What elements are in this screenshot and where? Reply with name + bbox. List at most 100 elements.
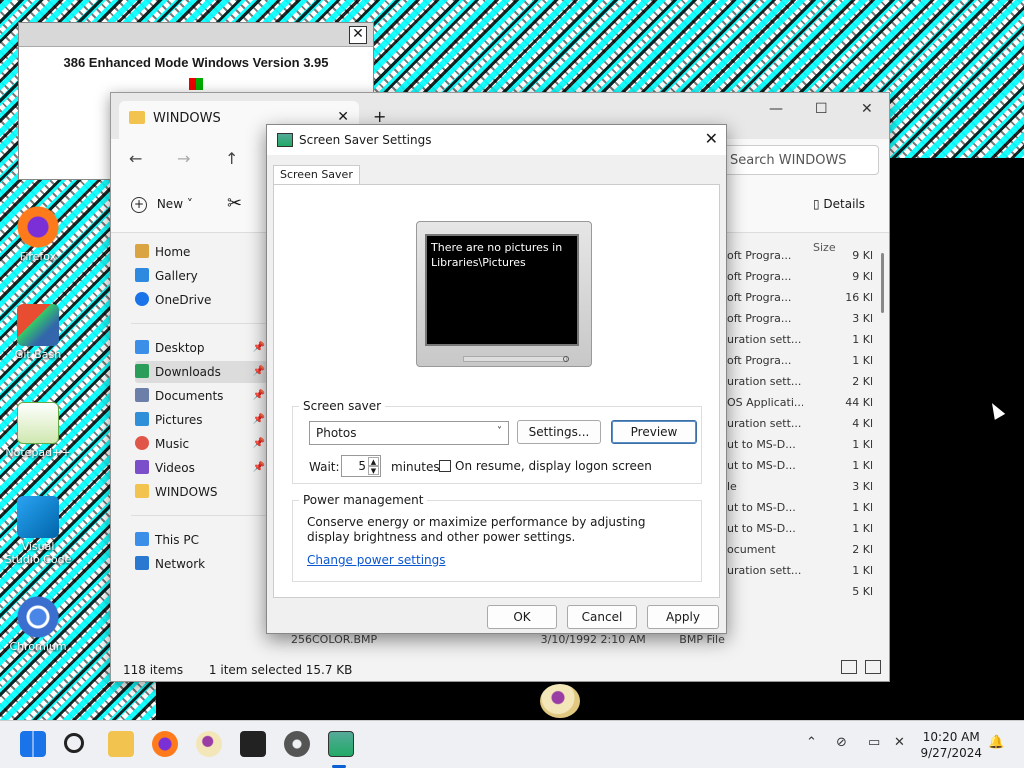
selection-info: 1 item selected 15.7 KB (208, 663, 353, 677)
nav-item-pictures[interactable]: Pictures 📌 (135, 409, 267, 431)
tab-close-icon[interactable]: ✕ (337, 109, 349, 125)
nav-item-windows[interactable]: WINDOWS (135, 481, 267, 503)
table-row[interactable]: oft Progra... 9 Kl (727, 245, 873, 266)
forward-arrow-icon[interactable]: → (177, 149, 190, 168)
network-disconnected-icon[interactable]: ⊘ (836, 735, 847, 750)
table-row[interactable]: ocument 2 Kl (727, 539, 873, 560)
spin-down-icon[interactable]: ▼ (368, 466, 379, 475)
pin-icon[interactable]: 📌 (253, 457, 265, 479)
desktop-icon-firefox[interactable]: Firefox (4, 206, 72, 263)
windows-flag-icon (189, 78, 203, 90)
display-icon[interactable]: ▭ (868, 735, 880, 750)
terminal-icon[interactable] (240, 731, 266, 757)
chevron-up-icon[interactable]: ⌃ (806, 735, 817, 750)
nav-item-gallery[interactable]: Gallery (135, 265, 267, 287)
minimize-icon[interactable]: — (769, 101, 783, 117)
back-arrow-icon[interactable]: ← (129, 149, 142, 168)
file-size: 2 Kl (852, 375, 873, 388)
file-size: 1 Kl (852, 333, 873, 346)
settings-gear-icon[interactable] (284, 731, 310, 757)
table-row[interactable]: uration sett... 1 Kl (727, 560, 873, 581)
tab-screen-saver[interactable]: Screen Saver (273, 165, 360, 185)
apply-button[interactable]: Apply (647, 605, 719, 629)
maximize-icon[interactable]: ☐ (815, 101, 828, 117)
file-size: 3 Kl (852, 312, 873, 325)
desktop-icon-notepadpp[interactable]: Notepad++ (4, 402, 72, 459)
resume-logon-checkbox[interactable]: On resume, display logon screen (439, 459, 652, 473)
vertical-scrollbar[interactable] (881, 253, 884, 313)
monitor-base (463, 356, 567, 362)
nav-item-videos[interactable]: Videos 📌 (135, 457, 267, 479)
pin-icon[interactable]: 📌 (253, 361, 265, 383)
file-size: 1 Kl (852, 438, 873, 451)
ok-button[interactable]: OK (487, 605, 557, 629)
pin-icon[interactable]: 📌 (253, 385, 265, 407)
dialog-close-icon[interactable]: ✕ (705, 129, 718, 148)
table-row[interactable]: oft Progra... 3 Kl (727, 308, 873, 329)
dialog-title: Screen Saver Settings (299, 133, 432, 147)
tiles-view-icon[interactable] (865, 660, 881, 674)
nav-item-desktop[interactable]: Desktop 📌 (135, 337, 267, 359)
search-icon[interactable] (64, 733, 84, 753)
nav-item-network[interactable]: Network (135, 553, 267, 575)
file-type: ocument (727, 543, 776, 556)
table-row[interactable]: uration sett... 2 Kl (727, 371, 873, 392)
tab-title: WINDOWS (153, 111, 221, 126)
table-row[interactable]: ut to MS-D... 1 Kl (727, 455, 873, 476)
table-row[interactable]: OS Applicati... 44 Kl (727, 392, 873, 413)
settings-button[interactable]: Settings... (517, 420, 601, 444)
file-size: 44 Kl (845, 396, 873, 409)
preview-button[interactable]: Preview (611, 420, 697, 444)
wait-minutes-stepper[interactable]: 5 ▲ ▼ (341, 455, 381, 477)
firefox-icon[interactable] (152, 731, 178, 757)
nav-item-downloads[interactable]: Downloads 📌 (135, 361, 267, 383)
start-windows-icon[interactable] (20, 731, 46, 757)
cut-scissors-icon[interactable]: ✂ (227, 193, 242, 214)
table-row[interactable]: ut to MS-D... 1 Kl (727, 434, 873, 455)
table-row[interactable]: uration sett... 1 Kl (727, 329, 873, 350)
spin-up-icon[interactable]: ▲ (368, 457, 379, 466)
taskbar: ⌃ ⊘ ▭ ✕ 10:20 AM 9/27/2024 🔔 (0, 720, 1024, 768)
table-row[interactable]: 256COLOR.BMP 3/10/1992 2:10 AM BMP File (291, 633, 725, 646)
table-row[interactable]: 5 Kl (727, 581, 873, 602)
nav-label: Home (155, 245, 191, 259)
new-button[interactable]: + New ˅ (131, 197, 193, 213)
nav-label: Downloads (155, 365, 221, 379)
nav-label: Documents (155, 389, 224, 403)
table-row[interactable]: oft Progra... 1 Kl (727, 350, 873, 371)
system-clock[interactable]: 10:20 AM 9/27/2024 (920, 729, 982, 761)
window-close-icon[interactable]: ✕ (861, 101, 873, 117)
table-row[interactable]: le 3 Kl (727, 476, 873, 497)
desktop-icon-git-bash[interactable]: Git Bash (4, 304, 72, 361)
nav-item-onedrive[interactable]: OneDrive (135, 289, 267, 311)
pin-icon[interactable]: 📌 (253, 409, 265, 431)
cancel-button[interactable]: Cancel (567, 605, 637, 629)
pin-icon[interactable]: 📌 (253, 337, 265, 359)
table-row[interactable]: oft Progra... 9 Kl (727, 266, 873, 287)
nav-item-documents[interactable]: Documents 📌 (135, 385, 267, 407)
screen-saver-select[interactable]: Photos ˅ (309, 421, 509, 445)
table-row[interactable]: oft Progra... 16 Kl (727, 287, 873, 308)
up-arrow-icon[interactable]: ↑ (225, 149, 238, 168)
nav-item-music[interactable]: Music 📌 (135, 433, 267, 455)
mascot-app-icon[interactable] (196, 731, 222, 757)
legacy-close-button[interactable]: ✕ (349, 26, 367, 44)
details-view-icon[interactable] (841, 660, 858, 674)
table-row[interactable]: uration sett... 4 Kl (727, 413, 873, 434)
volume-muted-icon[interactable]: ✕ (894, 735, 905, 750)
file-explorer-icon[interactable] (108, 731, 134, 757)
table-row[interactable]: ut to MS-D... 1 Kl (727, 497, 873, 518)
notification-bell-icon[interactable]: 🔔 (988, 735, 1004, 750)
change-power-settings-link[interactable]: Change power settings (307, 553, 446, 567)
wait-label: Wait: (309, 460, 340, 474)
nav-item-home[interactable]: Home (135, 241, 267, 263)
file-type: uration sett... (727, 333, 802, 346)
desktop-icon-chromium[interactable]: Chromium (4, 596, 72, 653)
pin-icon[interactable]: 📌 (253, 433, 265, 455)
table-row[interactable]: ut to MS-D... 1 Kl (727, 518, 873, 539)
desktop-icon-vscode[interactable]: Visual Studio Code (4, 496, 72, 566)
search-input[interactable]: Search WINDOWS (719, 145, 879, 175)
nav-item-this-pc[interactable]: This PC (135, 529, 267, 551)
screen-saver-app-icon[interactable] (328, 731, 354, 757)
details-button[interactable]: ▯ Details (813, 197, 865, 211)
